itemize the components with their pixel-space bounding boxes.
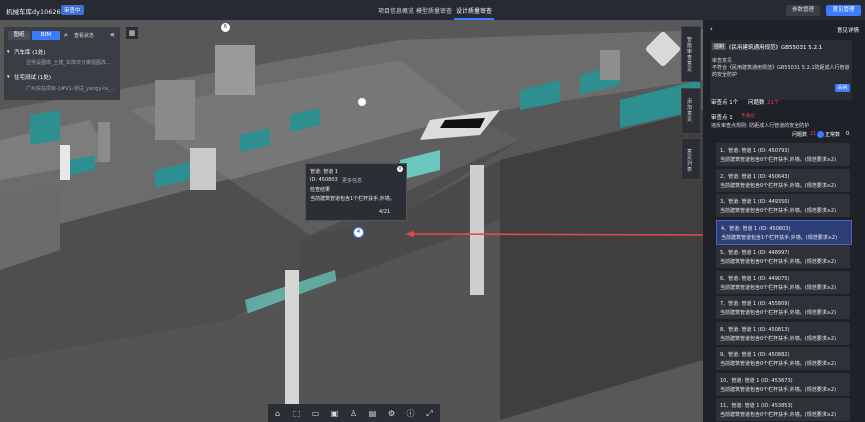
issue-list-item[interactable]: 1、管道: 管道 1 (ID: 450793) 当前建筑管道包含0个栏杆扶手,外墙… [716,143,850,166]
issue-item-desc: 当前建筑管道包含0个栏杆扶手,外墙。(规范要求≥2) [720,310,837,316]
review-label: 审查意见 [712,58,733,64]
status-filter-label[interactable]: 查看状态 [74,32,94,39]
bottom-toolbar: ⌂ ⬚ ▭ ▣ ♙ ▤ ⚙ ⓘ ⤢ [268,404,440,422]
issue-item-title: 4、管道: 管道 1 (ID: 450803) [721,225,791,232]
segment-drawing[interactable]: 图纸 [8,31,30,40]
filter-issues-count: 21 [810,131,817,137]
issue-list-item[interactable]: 11、管道: 管道 1 (ID: 453853) 当前建筑管道包含0个栏杆扶手,外… [716,398,850,421]
issue-item-desc: 当前建筑管道包含0个栏杆扶手,外墙。(规范要求≥2) [720,259,837,265]
params-button[interactable]: 参数管理 [786,5,820,16]
issue-list-item[interactable]: 8、管道: 管道 1 (ID: 450813) 当前建筑管道包含0个栏杆扶手,外墙… [716,321,850,345]
issue-item-title: 8、管道: 管道 1 (ID: 450813) [720,326,790,333]
issue-item-desc: 当前建筑管道包含1个栏杆扶手,外墙。(规范要求≥2) [721,234,838,241]
issue-list-item[interactable]: 10、管道: 管道 1 (ID: 453673) 当前建筑管道包含0个栏杆扶手,外… [716,372,850,396]
group-residential-sub[interactable]: 广州东站项目-1#V1-测试_yangy-ta_... [26,85,115,92]
measure-icon[interactable]: ▭ [311,409,320,418]
issue-item-title: 11、管道: 管道 1 (ID: 453853) [720,403,793,409]
issue-list-item[interactable]: 9、管道: 管道 1 (ID: 450882) 当前建筑管道包含0个栏杆扶手,外墙… [716,347,850,370]
issue-item-title: 7、管道: 管道 1 (ID: 455809) [720,301,790,307]
popup-line3: 检查结果 [310,187,331,193]
segment-bim[interactable]: BIM [32,31,60,40]
tab-design-quality[interactable]: 设计质量审查 [456,6,492,15]
issue-list-item[interactable]: 3、管道: 管道 1 (ID: 449350) 当前建筑管道包含0个栏杆扶手,外墙… [716,194,850,217]
issue-item-desc: 当前建筑管道包含0个栏杆扶手,外墙。(规范要求≥2) [720,182,837,189]
issue-item-desc: 当前建筑管道包含0个栏杆扶手,外墙。(规范要求≥2) [720,361,837,367]
popup-line2: ID: 450803 [310,177,338,183]
layers-icon[interactable]: ▦ [126,27,138,39]
popup-line1: 管道: 管道 1 [310,169,339,175]
top-bar: 机械车库dy10626-建筑 审查中 项目信息概览 模型质量审查 设计质量审查 … [0,0,865,20]
group-parking[interactable]: 汽车库 (1处) [14,48,46,56]
issue-item-title: 10、管道: 管道 1 (ID: 453673) [720,377,793,384]
stats-points: 审查点 1个 [711,100,739,106]
stats-issues-label: 问题数 [748,100,765,106]
issue-marker-6[interactable]: 6 [221,23,230,32]
issue-item-title: 2、管道: 管道 1 (ID: 450643) [720,173,790,180]
issue-marker-other[interactable] [358,98,366,106]
home-icon[interactable]: ⌂ [273,409,282,418]
close-icon[interactable]: × [397,166,403,172]
issue-item-title: 3、管道: 管道 1 (ID: 449350) [720,199,790,205]
adopt-button[interactable]: 采纳 [835,84,850,92]
radio-icon[interactable] [817,131,824,138]
issue-item-title: 5、管道: 管道 1 (ID: 448997) [720,250,790,256]
fullscreen-icon[interactable]: ⤢ [425,409,434,418]
point-desc: 违反审查点规则: 防距成人行管道的安全防护 [711,123,810,129]
stats-issues-count: 21个 [767,100,780,106]
issue-list-item[interactable]: 7、管道: 管道 1 (ID: 455809) 当前建筑管道包含0个栏杆扶手,外墙… [716,296,850,319]
issue-item-desc: 当前建筑管道包含0个栏杆扶手,外墙。(规范要求≥2) [720,412,837,418]
issue-item-title: 6、管道: 管道 1 (ID: 449075) [720,275,790,282]
pointer-arrow [405,231,714,237]
issue-item-desc: 当前建筑管道包含0个栏杆扶手,外墙。(规范要求≥2) [720,386,837,393]
filter-issues[interactable]: 问题数 [792,131,807,138]
issue-item-title: 9、管道: 管道 1 (ID: 450882) [720,352,790,358]
side-tab-add-opinion[interactable]: 添加意见 [681,88,701,134]
issue-popup: 管道: 管道 1 ID: 450803 更多信息 检查结果 当前建筑管道包含1个… [305,163,407,221]
issue-item-desc: 当前建筑管道包含0个栏杆扶手,外墙。(规范要求≥2) [720,208,837,214]
walk-icon[interactable]: ♙ [349,409,358,418]
popup-pager[interactable]: 4/21 [379,209,390,215]
issue-item-desc: 当前建筑管道包含0个栏杆扶手,外墙。(规范要求≥2) [720,157,837,163]
status-badge: 审查中 [61,5,84,15]
chevron-down-icon: ▾ [7,49,10,55]
tab-overview[interactable]: 项目信息概览 [378,6,414,15]
point-tag: 不通过 [741,114,755,119]
side-tab-smart-review[interactable]: 智能审查意见 [681,26,701,82]
search-icon[interactable]: ⌕ [64,31,68,40]
section-icon[interactable]: ▣ [330,409,339,418]
popup-line4: 当前建筑管道包含1个栏杆扶手,外墙。 [310,196,395,202]
mandatory-tag: 强制 [712,43,727,50]
tab-model-quality[interactable]: 模型质量审查 [416,6,452,15]
popup-more[interactable]: 更多信息 [342,177,362,184]
collapse-icon[interactable]: « [110,30,115,39]
back-icon[interactable]: ‹ [710,25,713,33]
filter-correct[interactable]: 正常数 [825,131,840,138]
filter-correct-count: 0 [846,131,850,137]
manage-button[interactable]: 意见管理 [826,5,861,16]
chevron-down-icon: ▾ [7,74,10,80]
settings-icon[interactable]: ⚙ [387,409,396,418]
group-residential[interactable]: 住宅测试 (1处) [14,73,51,81]
model-tree-icon[interactable]: ▤ [368,409,377,418]
left-panel: 图纸 BIM ⌕ 查看状态 « ▾ 汽车库 (1处) 住宅设图库_土建_车库日分… [4,27,120,100]
clause-text: 《民用建筑通用规范》GB55031 5.2.1 [726,45,823,51]
issue-item-title: 1、管道: 管道 1 (ID: 450793) [720,148,790,154]
panel-title: 意见详情 [837,28,860,34]
issue-item-desc: 当前建筑管道包含0个栏杆扶手,外墙。(规范要求≥2) [720,284,837,291]
issue-list-item[interactable]: 6、管道: 管道 1 (ID: 449075) 当前建筑管道包含0个栏杆扶手,外墙… [716,270,850,294]
issue-list-item[interactable]: 5、管道: 管道 1 (ID: 448997) 当前建筑管道包含0个栏杆扶手,外墙… [716,245,850,268]
issue-marker-4[interactable]: 4 [353,227,364,238]
side-tab-opinion-list[interactable]: 意见列表 [681,138,701,180]
issue-list-item[interactable]: 4、管道: 管道 1 (ID: 450803) 当前建筑管道包含1个栏杆扶手,外墙… [716,219,852,245]
issue-item-desc: 当前建筑管道包含0个栏杆扶手,外墙。(规范要求≥2) [720,335,837,342]
issue-list-item[interactable]: 2、管道: 管道 1 (ID: 450643) 当前建筑管道包含0个栏杆扶手,外墙… [716,168,850,192]
select-icon[interactable]: ⬚ [292,409,301,418]
group-parking-sub[interactable]: 住宅设图库_土建_车库日分离视图改... [26,59,111,66]
info-icon[interactable]: ⓘ [406,409,415,418]
point-label: 审查点 1 [711,115,733,121]
review-text: 不符合《民用建筑通用规范》GB55031 5.2.1防距成人行管道的安全防护 [712,65,850,78]
